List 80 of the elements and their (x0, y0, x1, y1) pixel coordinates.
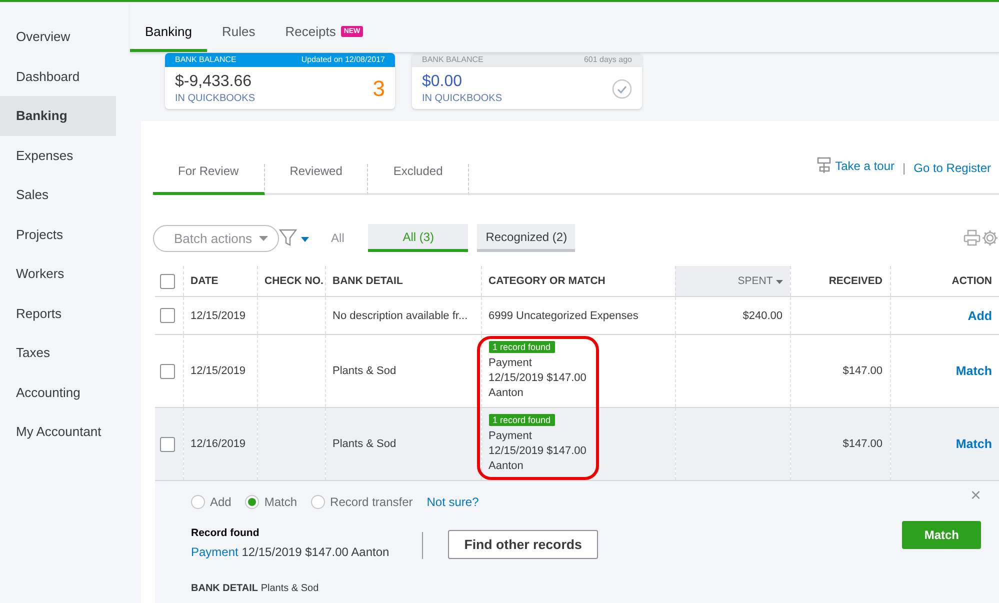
category-cell: 6999 Uncategorized Expenses (488, 310, 638, 322)
sidebar-item[interactable]: Expenses (0, 136, 116, 175)
transaction-count: 3 (372, 76, 385, 102)
select-all-checkbox[interactable] (160, 274, 175, 288)
print-icon[interactable] (963, 229, 981, 247)
signpost-icon (816, 157, 832, 175)
caret-icon (259, 236, 268, 240)
row-checkbox[interactable] (160, 364, 175, 378)
filter-label: All (331, 231, 344, 245)
match-detail: Payment (488, 429, 533, 444)
sidebar-item[interactable]: Dashboard (0, 56, 116, 96)
sort-caret-icon (776, 280, 782, 284)
table-cell: 12/15/2019 (190, 365, 246, 377)
radio-button[interactable] (245, 495, 260, 509)
sidebar-item[interactable]: Taxes (0, 333, 116, 372)
sidebar-item[interactable]: Banking (0, 96, 116, 136)
match-detail: 12/15/2019 $147.00 (488, 371, 588, 386)
bank-detail-label: BANK DETAIL (191, 583, 258, 594)
bank-detail-value: Plants & Sod (260, 583, 319, 594)
radio-button[interactable] (311, 495, 326, 509)
sidebar-item[interactable]: Workers (0, 254, 116, 294)
column-header[interactable]: CHECK NO. (257, 266, 325, 296)
balance-amount: $0.00 (422, 73, 464, 91)
header-link[interactable]: Take a tour (808, 157, 902, 193)
match-detail: Payment (488, 356, 533, 371)
table-cell: $240.00 (742, 310, 782, 322)
match-detail: Aanton (488, 459, 524, 474)
filter-chip[interactable]: Recognized (2) (477, 224, 576, 252)
row-action-link[interactable]: Match (956, 437, 992, 451)
find-records-button[interactable]: Find other records (448, 530, 598, 559)
match-detail: 12/15/2019 $147.00 (488, 444, 588, 459)
table-cell: 12/16/2019 (190, 438, 246, 450)
row-checkbox[interactable] (160, 308, 175, 323)
balance-caption: IN QUICKBOOKS (422, 93, 502, 104)
row-action-link[interactable]: Add (968, 308, 992, 322)
help-link[interactable]: Not sure? (426, 495, 479, 509)
radio-button[interactable] (191, 495, 205, 509)
sidebar-item[interactable]: Projects (0, 214, 116, 254)
table-cell: $147.00 (842, 438, 882, 450)
card-header: BANK BALANCE (422, 55, 484, 64)
updated-date: 601 days ago (584, 55, 632, 64)
table-cell: No description available fr... (332, 310, 468, 322)
balance-amount: $-9,433.66 (175, 73, 253, 91)
column-header[interactable]: RECEIVED (790, 266, 890, 296)
column-header[interactable]: BANK DETAIL (325, 266, 481, 296)
record-link[interactable]: Payment (191, 545, 238, 559)
radio-option[interactable]: Add (191, 495, 232, 509)
updated-date: Updated on 12/08/2017 (301, 55, 385, 64)
account-card[interactable]: BANK BALANCE Updated on 12/08/2017 $-9,433.66 IN QUICKBOOKS 3 (165, 53, 395, 109)
radio-option[interactable]: Record transfer (311, 495, 413, 509)
column-header[interactable]: ACTION (890, 266, 999, 296)
record-title: Record found (191, 527, 260, 539)
table-cell: Plants & Sod (332, 365, 396, 377)
table-cell: 12/15/2019 (190, 310, 246, 322)
column-header[interactable]: DATE (183, 266, 257, 296)
column-header[interactable]: SPENT (675, 266, 790, 296)
link-separator: | (902, 161, 906, 177)
review-tab[interactable]: Reviewed (264, 164, 368, 195)
review-tab[interactable]: For Review (153, 164, 265, 195)
header-link[interactable]: Go to Register (906, 161, 999, 193)
table-cell: Plants & Sod (332, 438, 396, 450)
sidebar-item[interactable]: Overview (0, 17, 116, 56)
sidebar-item[interactable]: Reports (0, 294, 116, 333)
card-header: BANK BALANCE (175, 55, 236, 64)
radio-option[interactable]: Match (245, 495, 298, 509)
record-details: 12/15/2019 $147.00 Aanton (242, 545, 390, 559)
sidebar-item[interactable]: Sales (0, 175, 116, 214)
table-cell: $147.00 (842, 365, 882, 377)
row-action-link[interactable]: Match (956, 364, 992, 378)
balance-caption: IN QUICKBOOKS (175, 93, 256, 104)
account-card[interactable]: BANK BALANCE 601 days ago $0.00 IN QUICKBOOKS (412, 53, 642, 109)
sidebar-item[interactable]: My Accountant (0, 412, 116, 452)
match-badge: 1 record found (488, 341, 555, 353)
match-badge: 1 record found (488, 414, 555, 426)
settings-icon[interactable] (981, 229, 999, 247)
row-checkbox[interactable] (160, 436, 175, 452)
review-tab[interactable]: Excluded (368, 164, 469, 195)
sidebar-item[interactable]: Accounting (0, 372, 116, 412)
filter-icon[interactable] (279, 229, 312, 247)
match-detail: Aanton (488, 386, 524, 401)
